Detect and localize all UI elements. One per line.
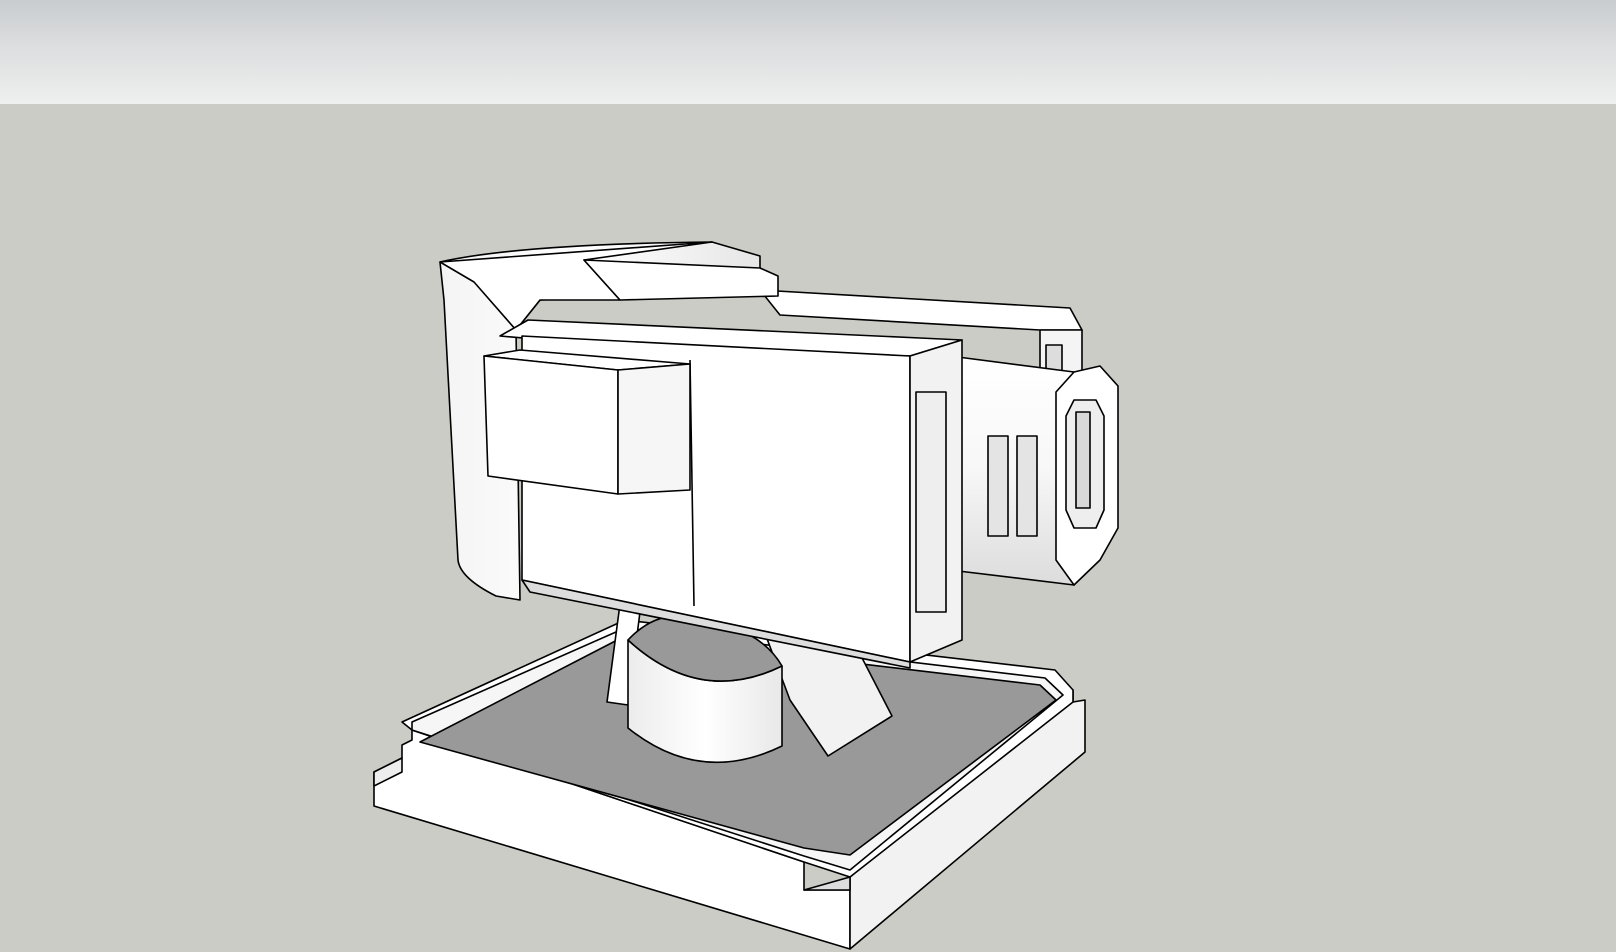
rear-top-face (759, 289, 1083, 331)
box-side-slot (915, 391, 947, 613)
barrel[interactable] (949, 355, 1119, 586)
turret-model[interactable] (0, 0, 1616, 952)
modeling-viewport[interactable] (0, 0, 1616, 952)
barrel-vent-slot-1 (987, 435, 1009, 537)
sight-block[interactable] (483, 349, 691, 495)
barrel-vent-slot-2 (1016, 435, 1038, 537)
muzzle-slot (1075, 411, 1091, 509)
rear-slot (1045, 344, 1063, 372)
sight-right-face (617, 363, 691, 495)
base-corner-notch-front (803, 876, 851, 891)
sight-front-face (483, 355, 619, 495)
